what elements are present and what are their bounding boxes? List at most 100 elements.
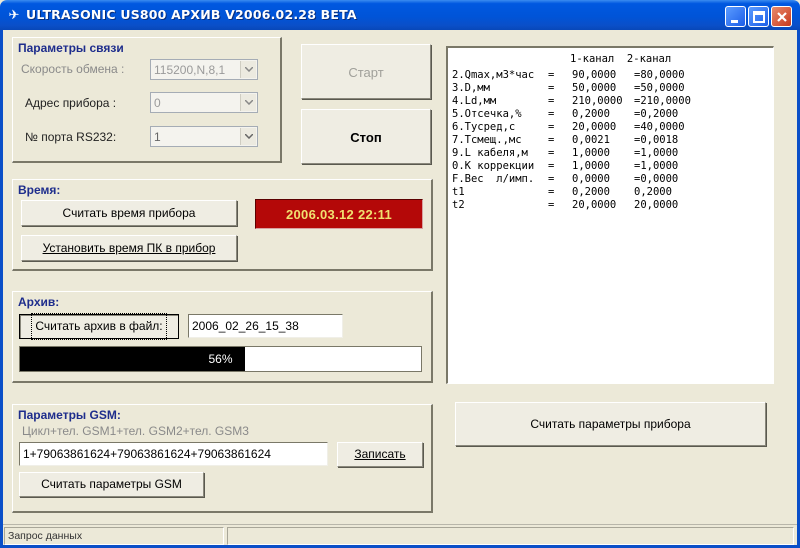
- parameter-equals: =: [548, 134, 555, 146]
- maximize-icon: [753, 11, 765, 23]
- chevron-down-icon: [245, 67, 253, 72]
- status-bar: Запрос данных: [3, 524, 797, 545]
- status-panel-2: [227, 527, 794, 545]
- app-icon: ✈: [8, 7, 20, 22]
- gsm-panel-title: Параметры GSM:: [18, 408, 121, 422]
- address-label: Адрес прибора :: [25, 96, 117, 110]
- parameter-equals: =: [548, 69, 555, 81]
- parameters-header: 1-канал 2-канал: [570, 53, 671, 65]
- parameter-channel-1: 1,0000: [572, 147, 610, 159]
- close-button[interactable]: [771, 6, 792, 27]
- speed-value: 115200,N,8,1: [154, 63, 226, 77]
- stop-button-label: Стоп: [350, 130, 382, 145]
- device-parameters-list[interactable]: 1-канал 2-канал 2.Qmax,м3*час = 90,0000 =80…: [446, 46, 774, 384]
- parameter-channel-2: 20,0000: [634, 199, 679, 211]
- close-icon: [777, 12, 787, 22]
- minimize-icon: [731, 20, 738, 23]
- gsm-write-button[interactable]: Записать: [337, 442, 423, 467]
- stop-button[interactable]: Стоп: [301, 109, 431, 164]
- start-button-label: Старт: [348, 65, 384, 80]
- parameter-channel-1: 0,0000: [572, 173, 610, 185]
- parameter-equals: =: [548, 199, 555, 211]
- parameter-name: t2: [452, 199, 465, 211]
- read-gsm-button[interactable]: Считать параметры GSM: [19, 472, 204, 497]
- parameter-channel-1: 20,0000: [572, 199, 617, 211]
- parameter-channel-2: 0,2000: [634, 186, 672, 198]
- speed-label: Скорость обмена :: [21, 62, 125, 76]
- parameter-channel-2: =0,2000: [634, 108, 679, 120]
- parameter-equals: =: [548, 160, 555, 172]
- gsm-input[interactable]: 1+79063861624+79063861624+79063861624: [19, 442, 328, 466]
- connection-panel: Параметры связи Скорость обмена : 115200…: [12, 37, 282, 163]
- parameter-equals: =: [548, 173, 555, 185]
- parameter-equals: =: [548, 121, 555, 133]
- parameter-channel-1: 210,0000: [572, 95, 623, 107]
- address-dropdown-button[interactable]: [240, 94, 256, 111]
- parameter-channel-2: =0,0018: [634, 134, 679, 146]
- parameter-channel-2: =1,0000: [634, 160, 679, 172]
- parameter-name: 4.Ld,мм: [452, 95, 497, 107]
- start-button[interactable]: Старт: [301, 44, 431, 99]
- parameter-channel-2: =80,0000: [634, 69, 685, 81]
- archive-filename-input[interactable]: 2006_02_26_15_38: [188, 314, 343, 338]
- parameter-channel-1: 0,0021: [572, 134, 610, 146]
- read-device-params-button[interactable]: Считать параметры прибора: [455, 402, 766, 446]
- read-time-button-label: Считать время прибора: [62, 206, 196, 220]
- parameter-name: 6.Tусред,с: [452, 121, 516, 133]
- parameter-channel-1: 90,0000: [572, 69, 617, 81]
- gsm-write-button-label: Записать: [354, 447, 406, 461]
- parameter-channel-1: 0,2000: [572, 186, 610, 198]
- parameter-channel-1: 1,0000: [572, 160, 610, 172]
- parameter-channel-1: 20,0000: [572, 121, 617, 133]
- read-archive-button-label: Считать архив в файл:: [31, 313, 167, 340]
- parameter-channel-2: =210,0000: [634, 95, 691, 107]
- status-text: Запрос данных: [4, 527, 224, 545]
- chevron-down-icon: [245, 134, 253, 139]
- set-time-button[interactable]: Установить время ПК в прибор: [21, 235, 237, 261]
- address-value: 0: [154, 96, 161, 110]
- read-device-params-button-label: Считать параметры прибора: [530, 417, 691, 431]
- parameter-equals: =: [548, 147, 555, 159]
- read-archive-button[interactable]: Считать архив в файл:: [19, 313, 179, 340]
- channel-2-header: 2-канал: [626, 53, 672, 65]
- parameter-channel-1: 0,2000: [572, 108, 610, 120]
- archive-panel-title: Архив:: [18, 295, 60, 309]
- minimize-button[interactable]: [725, 6, 746, 27]
- parameter-channel-2: =50,0000: [634, 82, 685, 94]
- parameter-name: 5.Отсечка,%: [452, 108, 522, 120]
- parameter-name: 0.К коррекции: [452, 160, 535, 172]
- connection-panel-title: Параметры связи: [18, 41, 124, 55]
- parameter-channel-2: =40,0000: [634, 121, 685, 133]
- window-title: ULTRASONIC US800 АРХИВ V2006.02.28 BETA: [26, 7, 357, 22]
- parameter-name: 7.Tсмещ.,мс: [452, 134, 522, 146]
- port-dropdown-button[interactable]: [240, 128, 256, 145]
- gsm-columns-hint: Цикл+тел. GSM1+тел. GSM2+тел. GSM3: [22, 424, 249, 438]
- parameter-name: 3.D,мм: [452, 82, 490, 94]
- port-select[interactable]: 1: [150, 126, 258, 147]
- parameter-name: t1: [452, 186, 465, 198]
- channel-1-header: 1-канал: [570, 53, 615, 65]
- device-clock-display: 2006.03.12 22:11: [255, 199, 423, 229]
- read-time-button[interactable]: Считать время прибора: [21, 200, 237, 226]
- speed-dropdown-button[interactable]: [240, 61, 256, 78]
- set-time-button-label: Установить время ПК в прибор: [42, 241, 216, 255]
- chevron-down-icon: [245, 100, 253, 105]
- port-value: 1: [154, 130, 161, 144]
- parameter-channel-2: =1,0000: [634, 147, 679, 159]
- speed-select[interactable]: 115200,N,8,1: [150, 59, 258, 80]
- archive-progress-bar: 56%: [19, 346, 422, 372]
- parameter-equals: =: [548, 95, 555, 107]
- maximize-button[interactable]: [748, 6, 769, 27]
- parameter-equals: =: [548, 108, 555, 120]
- address-select[interactable]: 0: [150, 92, 258, 113]
- parameter-name: F.Вес л/имп.: [452, 173, 535, 185]
- time-panel-title: Время:: [18, 183, 61, 197]
- parameter-equals: =: [548, 82, 555, 94]
- parameter-channel-2: =0,0000: [634, 173, 679, 185]
- parameter-equals: =: [548, 186, 555, 198]
- parameter-name: 9.L кабеля,м: [452, 147, 528, 159]
- title-bar: ✈ ULTRASONIC US800 АРХИВ V2006.02.28 BET…: [0, 0, 800, 30]
- parameter-name: 2.Qmax,м3*час: [452, 69, 535, 81]
- parameter-channel-1: 50,0000: [572, 82, 617, 94]
- port-label: № порта RS232:: [25, 130, 117, 144]
